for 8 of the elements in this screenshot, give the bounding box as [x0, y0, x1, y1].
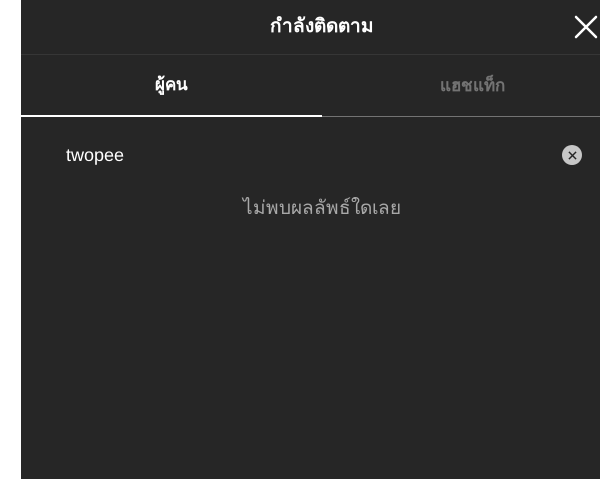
close-icon	[568, 150, 576, 160]
tab[interactable]: ผู้คน	[21, 55, 322, 117]
clear-button[interactable]	[562, 145, 582, 165]
empty-message: ไม่พบผลลัพธ์ใดเลย	[243, 196, 401, 221]
search-field[interactable]: twopee	[21, 117, 600, 193]
close-icon	[574, 15, 598, 39]
search-input[interactable]: twopee	[66, 142, 562, 168]
dialog-title: กำลังติดตาม	[270, 14, 374, 39]
